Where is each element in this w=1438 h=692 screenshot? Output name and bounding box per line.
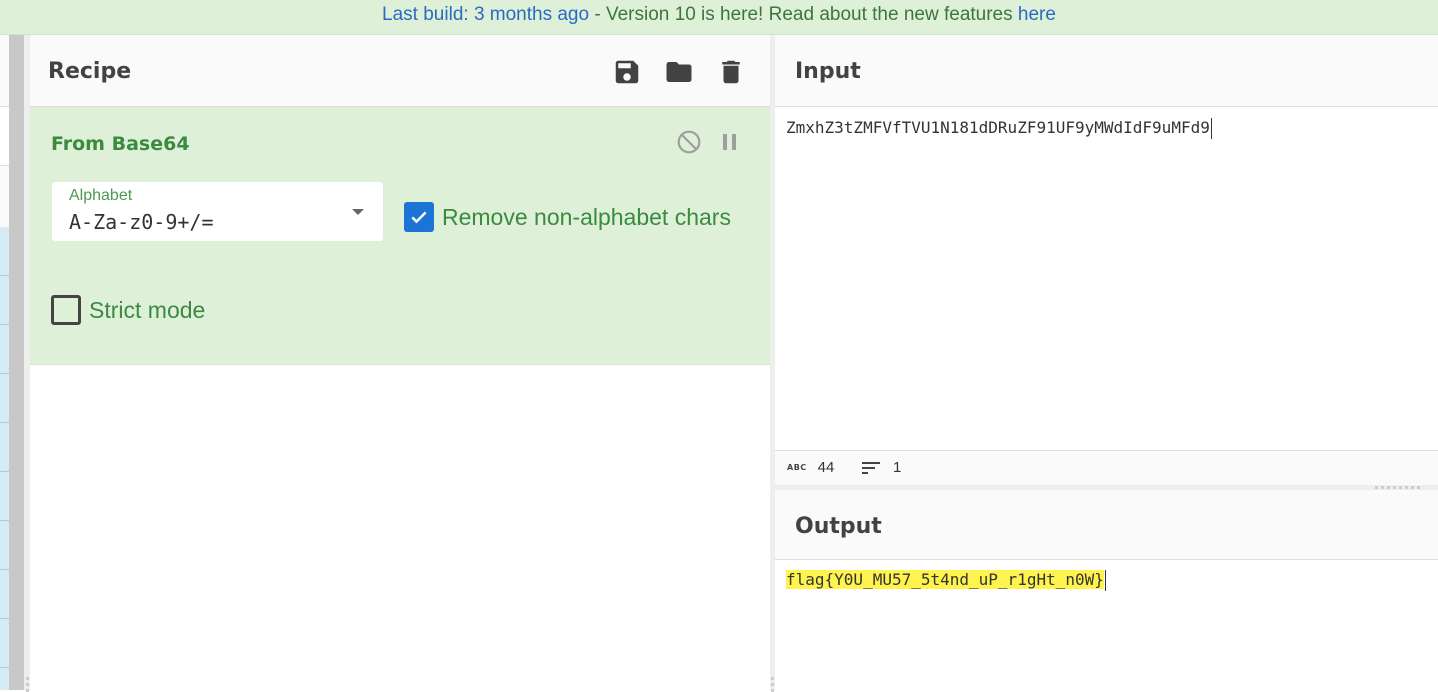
abc-icon: ABC	[787, 463, 807, 472]
output-header: Output	[775, 490, 1438, 560]
divider	[0, 618, 9, 619]
input-textarea[interactable]: ZmxhZ3tZMFVfTVU1N181dDRuZF91UF9yMWdIdF9u…	[786, 118, 1212, 139]
disable-icon[interactable]	[676, 129, 702, 159]
divider	[0, 165, 9, 166]
grip-dot	[1411, 486, 1414, 489]
length-stat: ABC 44	[787, 459, 834, 476]
divider	[0, 324, 9, 325]
divider	[0, 569, 9, 570]
divider	[0, 520, 9, 521]
divider	[0, 667, 9, 668]
input-text: ZmxhZ3tZMFVfTVU1N181dDRuZF91UF9yMWdIdF9u…	[786, 118, 1210, 137]
save-icon[interactable]	[610, 55, 644, 89]
strict-mode-label: Strict mode	[89, 296, 206, 323]
divider	[0, 275, 9, 276]
divider	[0, 422, 9, 423]
grip-dot	[26, 677, 29, 680]
grip-dot	[1381, 486, 1384, 489]
alphabet-value: A-Za-z0-9+/=	[69, 210, 214, 234]
recipe-panel: Recipe From Base64 Alphabet A-Za-z0-9+/=…	[30, 35, 770, 690]
operations-list[interactable]	[0, 227, 9, 690]
banner-separator: -	[589, 4, 606, 25]
pause-icon[interactable]	[720, 131, 740, 157]
remove-non-alphabet-checkbox[interactable]: Remove non-alphabet chars	[404, 202, 731, 232]
lines-icon	[862, 461, 880, 475]
grip-dot	[1387, 486, 1390, 489]
grip-dot	[1417, 486, 1420, 489]
notification-banner: Last build: 3 months ago - Version 10 is…	[0, 0, 1438, 35]
output-text: flag{Y0U_MU57_5t4nd_uP_r1gHt_n0W}	[786, 570, 1104, 589]
grip-dot	[1399, 486, 1402, 489]
input-header: Input	[775, 35, 1438, 107]
divider	[0, 373, 9, 374]
last-build-link[interactable]: Last build: 3 months ago	[382, 4, 589, 25]
recipe-title: Recipe	[48, 59, 132, 84]
lines-stat: 1	[862, 459, 901, 476]
alphabet-label: Alphabet	[69, 187, 133, 204]
input-status-bar: ABC 44 1	[775, 450, 1438, 485]
operation-title: From Base64	[51, 133, 190, 155]
grip-dot	[771, 683, 774, 686]
divider	[0, 471, 9, 472]
grip-dot	[1375, 486, 1378, 489]
grip-dot	[1405, 486, 1408, 489]
grip-dot	[1393, 486, 1396, 489]
input-title: Input	[795, 59, 861, 84]
new-features-link[interactable]: here	[1018, 4, 1056, 25]
chevron-down-icon	[352, 209, 364, 215]
checkbox-unchecked-icon[interactable]	[51, 295, 81, 325]
strict-mode-checkbox[interactable]: Strict mode	[51, 295, 205, 325]
banner-message: Version 10 is here! Read about the new f…	[605, 4, 1018, 25]
remove-non-alphabet-label: Remove non-alphabet chars	[442, 203, 731, 230]
input-panel: Input ZmxhZ3tZMFVfTVU1N181dDRuZF91UF9yMW…	[775, 35, 1438, 485]
operations-search-area	[0, 107, 9, 165]
recipe-header: Recipe	[30, 35, 770, 107]
grip-dot	[771, 677, 774, 680]
text-cursor	[1210, 118, 1212, 139]
scrollbar[interactable]	[9, 35, 24, 690]
text-cursor	[1104, 570, 1106, 591]
grip-dot	[26, 683, 29, 686]
folder-icon[interactable]	[662, 55, 696, 89]
trash-icon[interactable]	[714, 55, 748, 89]
output-textarea[interactable]: flag{Y0U_MU57_5t4nd_uP_r1gHt_n0W}	[786, 570, 1106, 591]
operations-panel-edge	[0, 35, 9, 690]
alphabet-select[interactable]: Alphabet A-Za-z0-9+/=	[52, 182, 383, 241]
lines-value: 1	[893, 459, 902, 476]
output-title: Output	[795, 514, 882, 539]
output-panel: Output flag{Y0U_MU57_5t4nd_uP_r1gHt_n0W}	[775, 490, 1438, 690]
operation-from-base64[interactable]: From Base64 Alphabet A-Za-z0-9+/= Remove…	[30, 107, 770, 365]
checkbox-checked-icon[interactable]	[404, 202, 434, 232]
length-value: 44	[817, 459, 835, 476]
